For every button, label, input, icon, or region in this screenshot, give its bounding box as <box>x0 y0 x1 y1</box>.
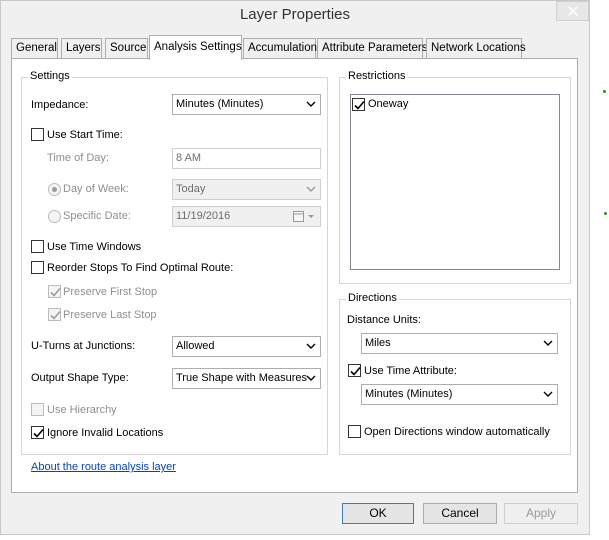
use-start-time-label: Use Start Time: <box>47 129 123 141</box>
chevron-down-icon <box>543 340 553 346</box>
directions-group: Directions Distance Units: Miles Use Tim… <box>339 292 571 455</box>
specific-date-picker[interactable]: 11/19/2016 <box>172 206 321 227</box>
tab-attribute-parameters[interactable]: Attribute Parameters <box>317 38 427 59</box>
time-attribute-dropdown[interactable]: Minutes (Minutes) <box>361 384 558 405</box>
impedance-dropdown[interactable]: Minutes (Minutes) <box>172 94 321 115</box>
checkmark-icon <box>354 100 365 110</box>
analysis-settings-panel: Settings Impedance: Minutes (Minutes) Us… <box>11 58 578 493</box>
day-of-week-dropdown[interactable]: Today <box>172 179 321 200</box>
cancel-button[interactable]: Cancel <box>423 503 497 524</box>
close-icon <box>567 6 578 16</box>
specific-date-value: 11/19/2016 <box>176 210 231 222</box>
directions-group-title: Directions <box>346 292 399 304</box>
chevron-down-icon <box>306 186 316 192</box>
chevron-down-icon <box>306 343 316 349</box>
preserve-first-stop-checkbox[interactable] <box>48 285 61 298</box>
background-marker <box>603 90 606 93</box>
tab-layers[interactable]: Layers <box>61 38 102 59</box>
open-directions-label: Open Directions window automatically <box>364 426 550 438</box>
close-button[interactable] <box>556 1 589 21</box>
time-of-day-field[interactable]: 8 AM <box>172 148 321 169</box>
preserve-last-stop-label: Preserve Last Stop <box>63 309 157 321</box>
checkmark-icon <box>50 310 61 320</box>
apply-button[interactable]: Apply <box>504 503 578 524</box>
output-shape-dropdown[interactable]: True Shape with Measures <box>172 368 321 389</box>
chevron-down-icon <box>308 215 314 218</box>
distance-units-label: Distance Units: <box>347 314 421 326</box>
restrictions-list[interactable]: Oneway <box>350 94 560 270</box>
about-route-analysis-link[interactable]: About the route analysis layer <box>31 461 176 473</box>
uturns-value: Allowed <box>176 340 215 352</box>
layer-properties-dialog: Layer Properties General Layers Source A… <box>0 0 590 535</box>
restrictions-group-title: Restrictions <box>346 70 408 82</box>
chevron-down-icon <box>306 101 316 107</box>
time-attribute-value: Minutes (Minutes) <box>365 388 453 400</box>
uturns-dropdown[interactable]: Allowed <box>172 336 321 357</box>
specific-date-radio[interactable] <box>48 210 61 223</box>
calendar-icon <box>293 211 304 222</box>
use-time-windows-label: Use Time Windows <box>47 241 142 253</box>
output-shape-value: True Shape with Measures <box>176 372 308 384</box>
day-of-week-label: Day of Week: <box>63 183 129 195</box>
open-directions-checkbox[interactable] <box>348 425 361 438</box>
background-marker <box>604 212 607 215</box>
uturns-label: U-Turns at Junctions: <box>31 340 136 352</box>
specific-date-label: Specific Date: <box>63 210 131 222</box>
use-time-windows-checkbox[interactable] <box>31 240 44 253</box>
tab-analysis-settings[interactable]: Analysis Settings <box>149 35 242 60</box>
settings-group-title: Settings <box>28 70 72 82</box>
impedance-label: Impedance: <box>31 99 89 111</box>
tab-general[interactable]: General <box>11 38 58 59</box>
reorder-stops-checkbox[interactable] <box>31 261 44 274</box>
distance-units-value: Miles <box>365 337 391 349</box>
oneway-label: Oneway <box>368 98 409 110</box>
ignore-invalid-locations-label: Ignore Invalid Locations <box>47 427 164 439</box>
ignore-invalid-locations-checkbox[interactable] <box>31 426 44 439</box>
checkmark-icon <box>350 366 361 376</box>
use-time-attribute-checkbox[interactable] <box>348 364 361 377</box>
tab-source[interactable]: Source <box>105 38 148 59</box>
checkmark-icon <box>50 287 61 297</box>
restrictions-group: Restrictions Oneway <box>339 70 571 284</box>
impedance-value: Minutes (Minutes) <box>176 98 264 110</box>
output-shape-label: Output Shape Type: <box>31 372 129 384</box>
ok-button[interactable]: OK <box>342 503 414 524</box>
tab-accumulation[interactable]: Accumulation <box>243 38 317 59</box>
preserve-last-stop-checkbox[interactable] <box>48 308 61 321</box>
tab-network-locations[interactable]: Network Locations <box>426 38 526 59</box>
window-title: Layer Properties <box>239 6 351 23</box>
reorder-stops-label: Reorder Stops To Find Optimal Route: <box>47 262 234 274</box>
time-of-day-label: Time of Day: <box>47 152 109 164</box>
chevron-down-icon <box>306 375 316 381</box>
oneway-checkbox[interactable] <box>352 98 365 111</box>
preserve-first-stop-label: Preserve First Stop <box>63 286 158 298</box>
time-of-day-value: 8 AM <box>176 152 202 164</box>
chevron-down-icon <box>543 391 553 397</box>
use-start-time-checkbox[interactable] <box>31 128 44 141</box>
checkmark-icon <box>33 428 44 438</box>
use-time-attribute-label: Use Time Attribute: <box>364 365 457 377</box>
use-hierarchy-checkbox[interactable] <box>31 403 44 416</box>
settings-group: Settings Impedance: Minutes (Minutes) Us… <box>21 70 328 455</box>
distance-units-dropdown[interactable]: Miles <box>361 333 558 354</box>
title-bar: Layer Properties <box>1 1 589 31</box>
day-of-week-radio[interactable] <box>48 183 61 196</box>
use-hierarchy-label: Use Hierarchy <box>47 404 117 416</box>
day-of-week-value: Today <box>176 183 206 195</box>
